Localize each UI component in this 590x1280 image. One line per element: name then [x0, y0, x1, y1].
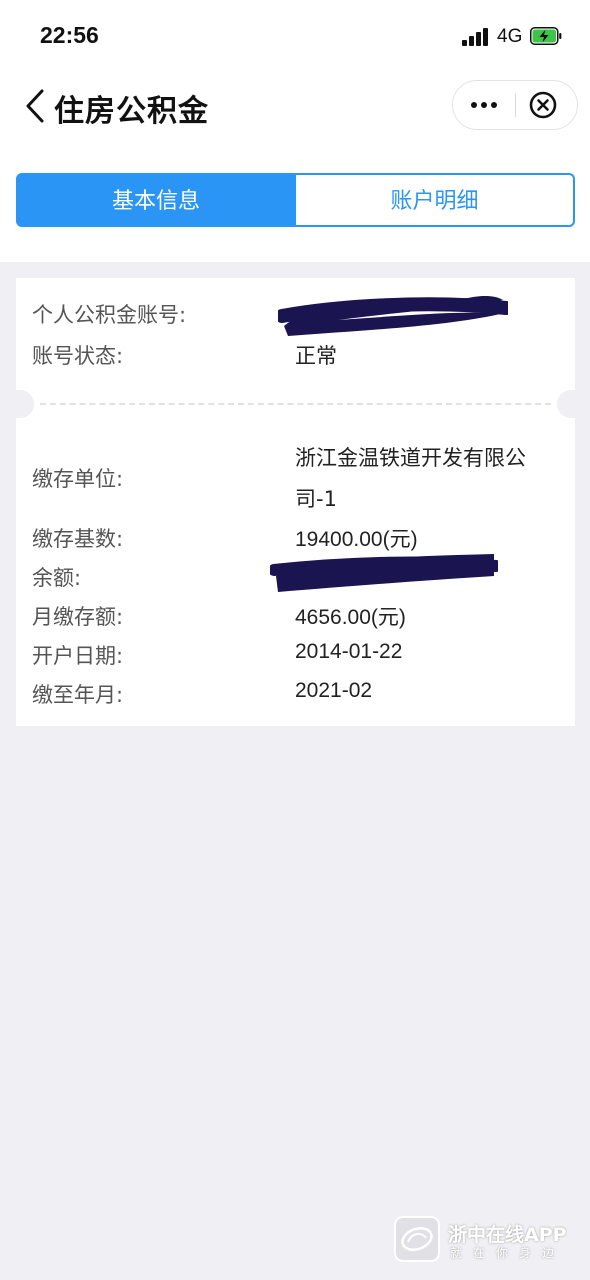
employer-label: 缴存单位:	[32, 467, 124, 491]
capsule-divider	[515, 93, 516, 117]
network-label: 4G	[497, 26, 523, 47]
contribution-base-value: 19400.00(元)	[295, 528, 418, 551]
tab-basic-info[interactable]: 基本信息	[16, 173, 296, 227]
mini-program-capsule	[452, 80, 578, 130]
watermark-logo-icon	[394, 1216, 440, 1262]
contribution-base-label: 缴存基数:	[32, 527, 124, 551]
tab-bar: 基本信息 账户明细	[0, 162, 590, 262]
ticket-notch-right	[557, 390, 575, 418]
dashed-divider	[40, 403, 551, 405]
watermark-subtitle: 就在你身边	[450, 1246, 566, 1260]
redaction-scribble-account	[278, 296, 508, 336]
tab-account-details[interactable]: 账户明细	[296, 173, 575, 227]
account-status-label: 账号状态:	[32, 344, 124, 368]
page-title: 住房公积金	[54, 94, 209, 129]
nav-bar: 住房公积金	[0, 70, 590, 162]
employer-value-line2: 司-1	[295, 487, 337, 511]
monthly-contribution-value: 4656.00(元)	[295, 606, 406, 629]
app-watermark: 浙中在线APP 就在你身边	[394, 1216, 580, 1266]
account-number-label: 个人公积金账号:	[32, 303, 187, 327]
ticket-notch-left	[16, 390, 34, 418]
employer-value-line1: 浙江金温铁道开发有限公	[295, 446, 526, 470]
close-icon[interactable]	[529, 91, 557, 119]
open-date-label: 开户日期:	[32, 644, 124, 668]
balance-label: 余额:	[32, 566, 82, 590]
redaction-scribble-balance	[270, 554, 498, 592]
paid-until-label: 缴至年月:	[32, 683, 124, 707]
more-icon[interactable]	[453, 81, 515, 129]
status-bar: 22:56 4G	[0, 0, 590, 70]
signal-icon	[462, 28, 490, 46]
battery-charging-icon	[530, 27, 562, 45]
watermark-title: 浙中在线APP	[448, 1224, 567, 1246]
paid-until-value: 2021-02	[295, 679, 373, 702]
monthly-contribution-label: 月缴存额:	[32, 605, 124, 629]
back-icon[interactable]	[22, 86, 50, 126]
account-status-value: 正常	[295, 344, 337, 368]
open-date-value: 2014-01-22	[295, 640, 403, 663]
account-info-card: 个人公积金账号: 账号状态: 正常 缴存单位: 浙江金温铁道开发有限公 司-1 …	[16, 278, 575, 726]
status-time: 22:56	[40, 22, 99, 48]
